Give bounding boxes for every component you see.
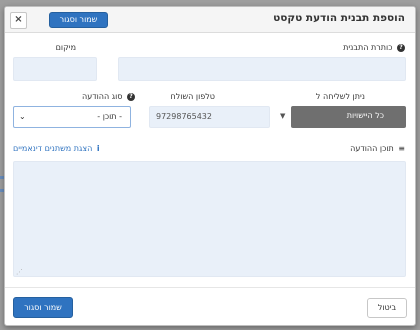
info-icon: i (96, 144, 100, 153)
footer-divider (5, 287, 415, 288)
sender-phone-label: טלפון השולח (171, 92, 215, 101)
message-type-value: - תוכן - (97, 112, 122, 121)
send-to-label-text: ניתן לשליחה ל (315, 92, 365, 101)
message-type-select[interactable]: ⌄ - תוכן - (13, 106, 131, 128)
dialog-header: הוספת תבנית הודעת טקסט שמור וסגור × (5, 7, 415, 33)
cancel-button[interactable]: ביטול (367, 298, 407, 318)
cancel-button-label: ביטול (377, 303, 397, 312)
sender-phone-value: 97298765432 (156, 112, 212, 121)
dynamic-variables-link-text: הצגת משתנים דינאמיים (13, 144, 93, 153)
add-sms-template-dialog: הוספת תבנית הודעת טקסט שמור וסגור × ? כו… (4, 6, 416, 326)
send-to-select[interactable]: ▼ כל היישויות (280, 106, 406, 128)
sender-phone-label-text: טלפון השולח (170, 92, 215, 101)
chevron-down-icon: ▼ (280, 112, 286, 120)
message-content-textarea[interactable]: ⋰ (13, 161, 406, 277)
resize-handle-icon[interactable]: ⋰ (16, 268, 23, 276)
align-right-icon: ≡ (398, 144, 405, 153)
template-title-input[interactable] (118, 57, 406, 81)
message-type-label: ? סוג ההודעה (82, 92, 135, 101)
location-input[interactable] (13, 57, 97, 81)
location-label-text: מיקום (55, 43, 76, 52)
chevron-down-icon: ⌄ (19, 112, 26, 121)
template-title-label-text: כותרת התבנית (343, 43, 393, 52)
close-icon[interactable]: × (10, 12, 27, 29)
sender-phone-input[interactable]: 97298765432 (149, 106, 270, 128)
message-type-label-text: סוג ההודעה (82, 92, 123, 101)
message-content-label-text: תוכן ההודעה (350, 144, 394, 153)
dialog-title: הוספת תבנית הודעת טקסט (273, 12, 405, 24)
help-icon[interactable]: ? (127, 92, 135, 101)
footer-save-close-label: שמור וסגור (24, 303, 62, 312)
help-icon[interactable]: ? (397, 43, 405, 52)
header-save-close-button[interactable]: שמור וסגור (49, 12, 108, 28)
show-dynamic-variables-link[interactable]: i הצגת משתנים דינאמיים (13, 144, 100, 153)
message-content-label: ≡ תוכן ההודעה (350, 144, 405, 153)
location-label: מיקום (56, 43, 76, 52)
template-title-label: ? כותרת התבנית (343, 43, 405, 52)
send-to-value: כל היישויות (346, 111, 384, 120)
footer-save-close-button[interactable]: שמור וסגור (13, 297, 73, 318)
send-to-label: ניתן לשליחה ל (316, 92, 365, 101)
header-save-close-label: שמור וסגור (59, 15, 98, 24)
